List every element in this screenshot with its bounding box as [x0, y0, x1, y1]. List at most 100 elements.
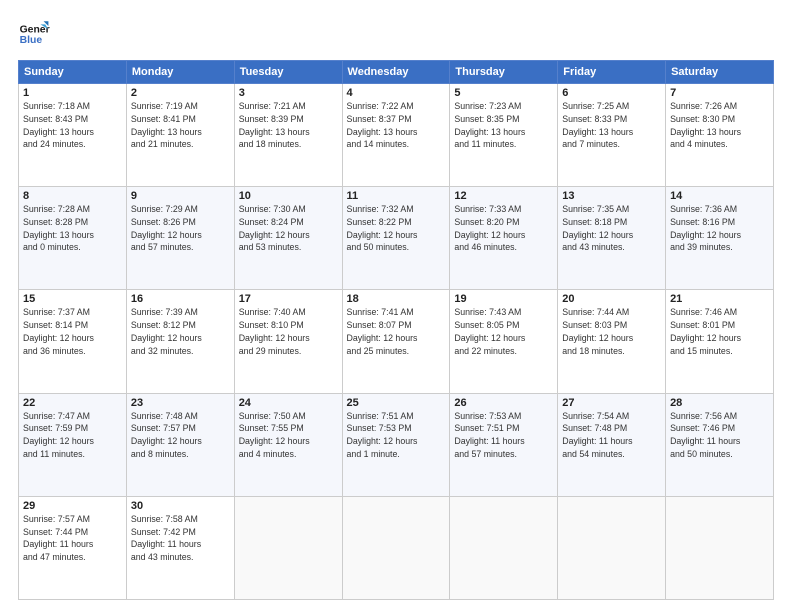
calendar-cell: 18Sunrise: 7:41 AM Sunset: 8:07 PM Dayli… — [342, 290, 450, 393]
day-info: Sunrise: 7:23 AM Sunset: 8:35 PM Dayligh… — [454, 100, 553, 151]
calendar-cell: 22Sunrise: 7:47 AM Sunset: 7:59 PM Dayli… — [19, 393, 127, 496]
calendar-cell — [234, 496, 342, 599]
day-info: Sunrise: 7:57 AM Sunset: 7:44 PM Dayligh… — [23, 513, 122, 564]
header: General Blue — [18, 18, 774, 50]
day-number: 8 — [23, 190, 122, 202]
day-number: 30 — [131, 500, 230, 512]
calendar-cell: 12Sunrise: 7:33 AM Sunset: 8:20 PM Dayli… — [450, 187, 558, 290]
calendar-cell — [666, 496, 774, 599]
calendar-cell: 13Sunrise: 7:35 AM Sunset: 8:18 PM Dayli… — [558, 187, 666, 290]
calendar-cell: 11Sunrise: 7:32 AM Sunset: 8:22 PM Dayli… — [342, 187, 450, 290]
day-info: Sunrise: 7:28 AM Sunset: 8:28 PM Dayligh… — [23, 203, 122, 254]
day-info: Sunrise: 7:30 AM Sunset: 8:24 PM Dayligh… — [239, 203, 338, 254]
calendar-cell: 14Sunrise: 7:36 AM Sunset: 8:16 PM Dayli… — [666, 187, 774, 290]
day-info: Sunrise: 7:32 AM Sunset: 8:22 PM Dayligh… — [347, 203, 446, 254]
day-number: 9 — [131, 190, 230, 202]
calendar-cell: 17Sunrise: 7:40 AM Sunset: 8:10 PM Dayli… — [234, 290, 342, 393]
day-number: 12 — [454, 190, 553, 202]
calendar-cell: 16Sunrise: 7:39 AM Sunset: 8:12 PM Dayli… — [126, 290, 234, 393]
calendar-cell: 15Sunrise: 7:37 AM Sunset: 8:14 PM Dayli… — [19, 290, 127, 393]
calendar-cell: 10Sunrise: 7:30 AM Sunset: 8:24 PM Dayli… — [234, 187, 342, 290]
day-number: 19 — [454, 293, 553, 305]
col-header-saturday: Saturday — [666, 61, 774, 84]
day-number: 20 — [562, 293, 661, 305]
page: General Blue SundayMondayTuesdayWednesda… — [0, 0, 792, 612]
calendar-cell — [558, 496, 666, 599]
calendar-cell: 30Sunrise: 7:58 AM Sunset: 7:42 PM Dayli… — [126, 496, 234, 599]
day-number: 22 — [23, 397, 122, 409]
day-number: 29 — [23, 500, 122, 512]
day-info: Sunrise: 7:21 AM Sunset: 8:39 PM Dayligh… — [239, 100, 338, 151]
col-header-wednesday: Wednesday — [342, 61, 450, 84]
calendar-cell: 23Sunrise: 7:48 AM Sunset: 7:57 PM Dayli… — [126, 393, 234, 496]
day-info: Sunrise: 7:26 AM Sunset: 8:30 PM Dayligh… — [670, 100, 769, 151]
calendar-cell: 19Sunrise: 7:43 AM Sunset: 8:05 PM Dayli… — [450, 290, 558, 393]
day-number: 1 — [23, 87, 122, 99]
day-number: 10 — [239, 190, 338, 202]
day-number: 13 — [562, 190, 661, 202]
calendar-cell: 1Sunrise: 7:18 AM Sunset: 8:43 PM Daylig… — [19, 84, 127, 187]
calendar-cell: 20Sunrise: 7:44 AM Sunset: 8:03 PM Dayli… — [558, 290, 666, 393]
day-info: Sunrise: 7:46 AM Sunset: 8:01 PM Dayligh… — [670, 306, 769, 357]
calendar-cell: 24Sunrise: 7:50 AM Sunset: 7:55 PM Dayli… — [234, 393, 342, 496]
day-number: 23 — [131, 397, 230, 409]
col-header-tuesday: Tuesday — [234, 61, 342, 84]
day-number: 6 — [562, 87, 661, 99]
calendar-cell: 21Sunrise: 7:46 AM Sunset: 8:01 PM Dayli… — [666, 290, 774, 393]
calendar-cell: 27Sunrise: 7:54 AM Sunset: 7:48 PM Dayli… — [558, 393, 666, 496]
calendar-cell: 6Sunrise: 7:25 AM Sunset: 8:33 PM Daylig… — [558, 84, 666, 187]
day-number: 28 — [670, 397, 769, 409]
calendar-cell: 3Sunrise: 7:21 AM Sunset: 8:39 PM Daylig… — [234, 84, 342, 187]
day-info: Sunrise: 7:29 AM Sunset: 8:26 PM Dayligh… — [131, 203, 230, 254]
day-number: 14 — [670, 190, 769, 202]
day-number: 4 — [347, 87, 446, 99]
day-info: Sunrise: 7:41 AM Sunset: 8:07 PM Dayligh… — [347, 306, 446, 357]
day-info: Sunrise: 7:43 AM Sunset: 8:05 PM Dayligh… — [454, 306, 553, 357]
logo-icon: General Blue — [18, 18, 50, 50]
col-header-monday: Monday — [126, 61, 234, 84]
day-info: Sunrise: 7:56 AM Sunset: 7:46 PM Dayligh… — [670, 410, 769, 461]
calendar-cell: 4Sunrise: 7:22 AM Sunset: 8:37 PM Daylig… — [342, 84, 450, 187]
col-header-thursday: Thursday — [450, 61, 558, 84]
day-number: 3 — [239, 87, 338, 99]
calendar-cell: 29Sunrise: 7:57 AM Sunset: 7:44 PM Dayli… — [19, 496, 127, 599]
day-info: Sunrise: 7:22 AM Sunset: 8:37 PM Dayligh… — [347, 100, 446, 151]
day-number: 2 — [131, 87, 230, 99]
calendar-cell: 2Sunrise: 7:19 AM Sunset: 8:41 PM Daylig… — [126, 84, 234, 187]
day-number: 18 — [347, 293, 446, 305]
day-number: 7 — [670, 87, 769, 99]
calendar-cell: 25Sunrise: 7:51 AM Sunset: 7:53 PM Dayli… — [342, 393, 450, 496]
calendar-cell: 26Sunrise: 7:53 AM Sunset: 7:51 PM Dayli… — [450, 393, 558, 496]
calendar-cell: 9Sunrise: 7:29 AM Sunset: 8:26 PM Daylig… — [126, 187, 234, 290]
calendar-cell: 28Sunrise: 7:56 AM Sunset: 7:46 PM Dayli… — [666, 393, 774, 496]
day-number: 5 — [454, 87, 553, 99]
day-number: 26 — [454, 397, 553, 409]
day-info: Sunrise: 7:18 AM Sunset: 8:43 PM Dayligh… — [23, 100, 122, 151]
day-info: Sunrise: 7:35 AM Sunset: 8:18 PM Dayligh… — [562, 203, 661, 254]
calendar-cell — [342, 496, 450, 599]
col-header-friday: Friday — [558, 61, 666, 84]
calendar-cell: 5Sunrise: 7:23 AM Sunset: 8:35 PM Daylig… — [450, 84, 558, 187]
day-number: 21 — [670, 293, 769, 305]
day-info: Sunrise: 7:39 AM Sunset: 8:12 PM Dayligh… — [131, 306, 230, 357]
day-info: Sunrise: 7:47 AM Sunset: 7:59 PM Dayligh… — [23, 410, 122, 461]
day-number: 16 — [131, 293, 230, 305]
day-info: Sunrise: 7:58 AM Sunset: 7:42 PM Dayligh… — [131, 513, 230, 564]
calendar-table: SundayMondayTuesdayWednesdayThursdayFrid… — [18, 60, 774, 600]
day-info: Sunrise: 7:51 AM Sunset: 7:53 PM Dayligh… — [347, 410, 446, 461]
day-info: Sunrise: 7:19 AM Sunset: 8:41 PM Dayligh… — [131, 100, 230, 151]
day-info: Sunrise: 7:54 AM Sunset: 7:48 PM Dayligh… — [562, 410, 661, 461]
logo: General Blue — [18, 18, 50, 50]
calendar-cell — [450, 496, 558, 599]
calendar-cell: 8Sunrise: 7:28 AM Sunset: 8:28 PM Daylig… — [19, 187, 127, 290]
day-info: Sunrise: 7:25 AM Sunset: 8:33 PM Dayligh… — [562, 100, 661, 151]
day-info: Sunrise: 7:33 AM Sunset: 8:20 PM Dayligh… — [454, 203, 553, 254]
day-number: 24 — [239, 397, 338, 409]
day-info: Sunrise: 7:50 AM Sunset: 7:55 PM Dayligh… — [239, 410, 338, 461]
day-number: 15 — [23, 293, 122, 305]
day-info: Sunrise: 7:44 AM Sunset: 8:03 PM Dayligh… — [562, 306, 661, 357]
svg-text:Blue: Blue — [20, 35, 43, 46]
day-info: Sunrise: 7:40 AM Sunset: 8:10 PM Dayligh… — [239, 306, 338, 357]
calendar-cell: 7Sunrise: 7:26 AM Sunset: 8:30 PM Daylig… — [666, 84, 774, 187]
day-number: 27 — [562, 397, 661, 409]
